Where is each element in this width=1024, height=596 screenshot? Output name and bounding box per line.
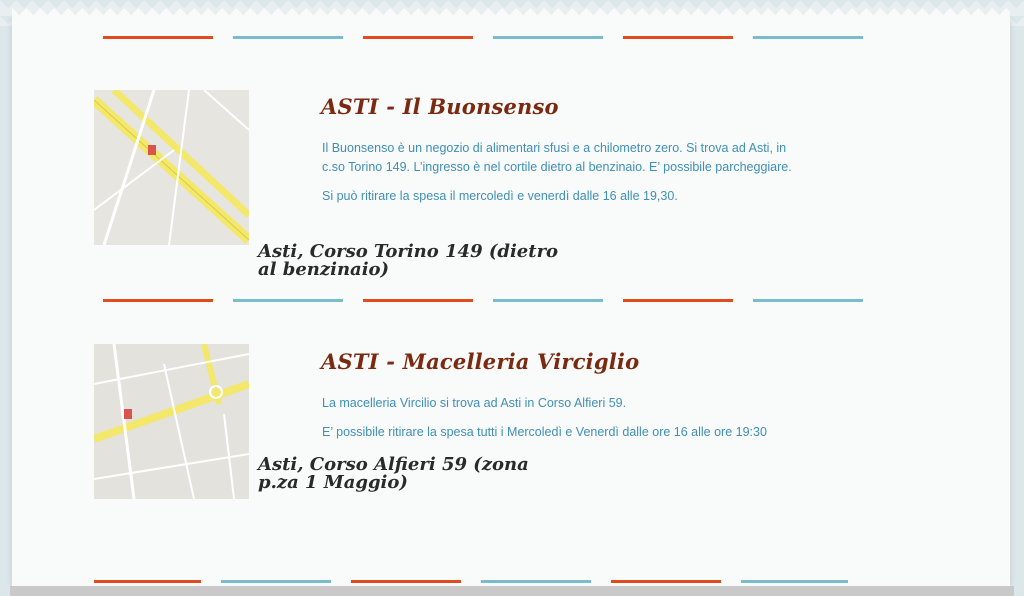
entry-paragraph: La macelleria Vircilio si trova ad Asti …: [322, 396, 627, 410]
divider-top: [103, 36, 863, 39]
divider-bottom: [94, 580, 848, 583]
entry-title: ASTI - Macelleria Virciglio: [321, 349, 640, 374]
map-thumbnail-icon[interactable]: [94, 344, 249, 499]
divider-middle: [103, 299, 863, 302]
entry-description: Il Buonsenso è un negozio di alimentari …: [322, 139, 802, 216]
entry-paragraph: Il Buonsenso è un negozio di alimentari …: [322, 141, 792, 174]
entry-title: ASTI - Il Buonsenso: [321, 94, 559, 119]
entry-paragraph: E’ possibile ritirare la spesa tutti i M…: [322, 425, 767, 439]
paper-bottom-shadow: [10, 586, 1014, 596]
map-thumbnail-icon[interactable]: [94, 90, 249, 245]
entry-paragraph: Si può ritirare la spesa il mercoledì e …: [322, 189, 678, 203]
paper-zigzag-edge: [12, 8, 1010, 22]
entry-address: Asti, Corso Alfieri 59 (zona p.za 1 Magg…: [258, 454, 529, 493]
entry-description: La macelleria Vircilio si trova ad Asti …: [322, 394, 822, 452]
entry-address: Asti, Corso Torino 149 (dietro al benzin…: [258, 241, 559, 280]
